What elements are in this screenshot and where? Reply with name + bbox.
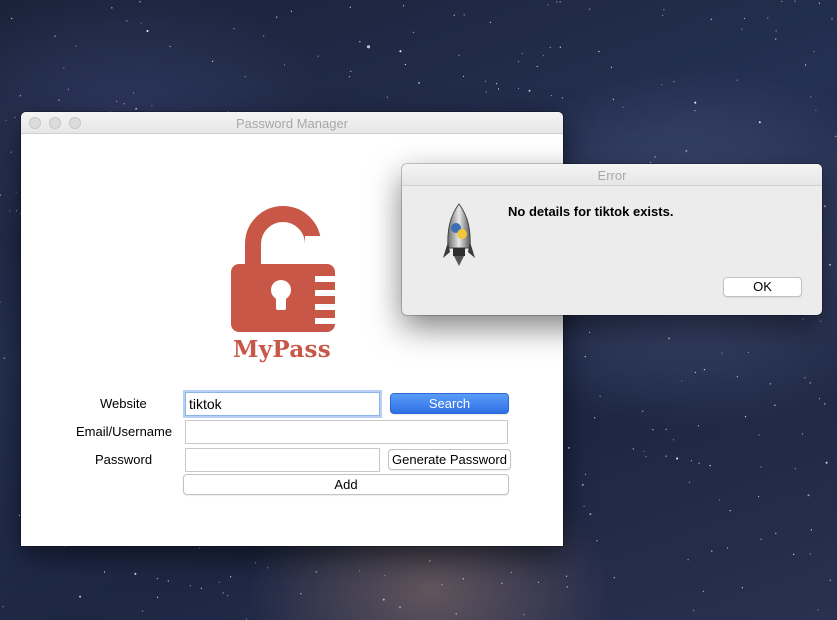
logo-text: MyPass — [232, 336, 332, 363]
error-dialog: Error No details for tiktok exists. OK — [402, 164, 822, 315]
password-label: Password — [95, 452, 153, 467]
dialog-title: Error — [597, 168, 627, 183]
dialog-titlebar[interactable]: Error — [402, 164, 822, 186]
window-title: Password Manager — [236, 116, 348, 131]
error-message: No details for tiktok exists. — [508, 204, 674, 219]
window-titlebar[interactable]: Password Manager — [21, 112, 563, 134]
email-label: Email/Username — [76, 424, 173, 439]
add-button[interactable]: Add — [183, 474, 509, 495]
generate-password-button[interactable]: Generate Password — [388, 449, 511, 470]
website-label: Website — [100, 396, 147, 411]
search-button[interactable]: Search — [390, 393, 509, 414]
website-input[interactable] — [185, 392, 380, 416]
email-input[interactable] — [185, 420, 508, 444]
ok-button[interactable]: OK — [723, 277, 802, 297]
password-input[interactable] — [185, 448, 380, 472]
python-rocket-icon — [443, 203, 475, 266]
